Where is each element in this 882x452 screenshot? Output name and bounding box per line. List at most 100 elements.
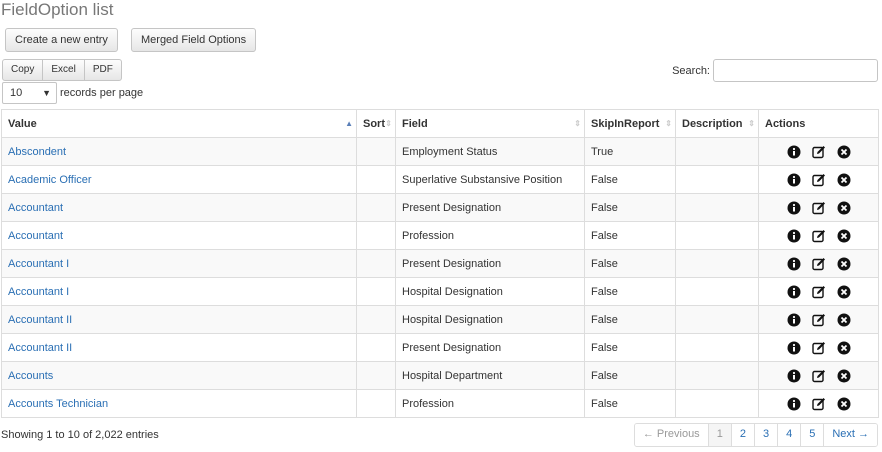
delete-icon[interactable] [837, 397, 851, 411]
delete-icon[interactable] [837, 369, 851, 383]
page-button-1[interactable]: 1 [707, 424, 731, 446]
value-link[interactable]: Accountant I [8, 286, 69, 298]
field-cell-text: Profession [402, 397, 454, 410]
actions-cell [758, 389, 879, 418]
skip-in-report-cell-text: False [591, 257, 618, 270]
value-link[interactable]: Abscondent [8, 146, 66, 158]
edit-icon[interactable] [811, 285, 826, 299]
skip-in-report-cell: False [584, 333, 676, 362]
table-row: Accounts Technician Profession False [1, 389, 879, 418]
records-per-page-select[interactable]: 10 ▼ [2, 82, 57, 104]
create-entry-button[interactable]: Create a new entry [5, 28, 118, 52]
page-title: FieldOption list [1, 0, 114, 19]
excel-button[interactable]: Excel [42, 59, 85, 81]
value-link[interactable]: Academic Officer [8, 174, 92, 186]
previous-page-button[interactable]: ← Previous [634, 424, 708, 446]
value-link[interactable]: Accountant I [8, 258, 69, 270]
value-link[interactable]: Accounts Technician [8, 398, 108, 410]
column-header-label: Field [402, 117, 428, 130]
info-icon[interactable] [787, 397, 801, 411]
field-cell: Hospital Designation [395, 277, 585, 306]
info-icon[interactable] [787, 145, 801, 159]
value-link[interactable]: Accounts [8, 370, 53, 382]
field-cell-text: Present Designation [402, 257, 502, 270]
delete-icon[interactable] [837, 201, 851, 215]
delete-icon[interactable] [837, 341, 851, 355]
value-link[interactable]: Accountant [8, 230, 63, 242]
edit-icon[interactable] [811, 201, 826, 215]
column-header-skipinreport[interactable]: SkipInReport ⇕ [584, 109, 676, 138]
skip-in-report-cell: False [584, 389, 676, 418]
field-option-table: Value ▲ Sort ⇕ Field ⇕ SkipInReport ⇕ Descriptio… [1, 109, 879, 418]
table-row: Accountant I Hospital Designation False [1, 277, 879, 306]
field-cell-text: Present Designation [402, 341, 502, 354]
info-icon[interactable] [787, 313, 801, 327]
value-link[interactable]: Accountant [8, 202, 63, 214]
column-header-sort[interactable]: Sort ⇕ [356, 109, 396, 138]
info-icon[interactable] [787, 341, 801, 355]
table-row: Accountant II Present Designation False [1, 333, 879, 362]
delete-icon[interactable] [837, 145, 851, 159]
info-icon[interactable] [787, 285, 801, 299]
edit-icon[interactable] [811, 229, 826, 243]
page-button-4[interactable]: 4 [777, 424, 801, 446]
info-icon[interactable] [787, 257, 801, 271]
pdf-button[interactable]: PDF [83, 59, 122, 81]
column-header-label: Value [8, 117, 37, 130]
sort-cell [356, 193, 396, 222]
description-cell [675, 165, 759, 194]
value-cell: Accounts Technician [1, 389, 357, 418]
description-cell [675, 305, 759, 334]
edit-icon[interactable] [811, 369, 826, 383]
sort-both-icon: ⇕ [574, 119, 581, 128]
page-button-2[interactable]: 2 [730, 424, 754, 446]
edit-icon[interactable] [811, 173, 826, 187]
description-cell [675, 193, 759, 222]
page-button-5[interactable]: 5 [800, 424, 824, 446]
sort-cell [356, 137, 396, 166]
value-cell: Accountant [1, 221, 357, 250]
actions-cell [758, 361, 879, 390]
table-row: Accounts Hospital Department False [1, 361, 879, 390]
description-cell [675, 389, 759, 418]
value-link[interactable]: Accountant II [8, 342, 72, 354]
column-header-label: SkipInReport [591, 117, 660, 130]
info-icon[interactable] [787, 173, 801, 187]
delete-icon[interactable] [837, 313, 851, 327]
skip-in-report-cell-text: False [591, 397, 618, 410]
search-input[interactable] [713, 59, 878, 82]
copy-button[interactable]: Copy [2, 59, 44, 81]
edit-icon[interactable] [811, 397, 826, 411]
next-page-button[interactable]: Next → [823, 424, 877, 446]
edit-icon[interactable] [811, 313, 826, 327]
delete-icon[interactable] [837, 285, 851, 299]
value-link[interactable]: Accountant II [8, 314, 72, 326]
info-icon[interactable] [787, 369, 801, 383]
table-row: Abscondent Employment Status True [1, 137, 879, 166]
pagination: ← Previous 1 2 3 4 5 Next → [633, 423, 878, 447]
edit-icon[interactable] [811, 257, 826, 271]
table-row: Accountant I Present Designation False [1, 249, 879, 278]
info-icon[interactable] [787, 201, 801, 215]
column-header-label: Sort [363, 117, 385, 130]
column-header-field[interactable]: Field ⇕ [395, 109, 585, 138]
delete-icon[interactable] [837, 173, 851, 187]
edit-icon[interactable] [811, 145, 826, 159]
delete-icon[interactable] [837, 229, 851, 243]
skip-in-report-cell-text: False [591, 341, 618, 354]
delete-icon[interactable] [837, 257, 851, 271]
info-icon[interactable] [787, 229, 801, 243]
sort-ascending-icon: ▲ [345, 119, 353, 128]
table-info: Showing 1 to 10 of 2,022 entries [1, 429, 159, 441]
column-header-value[interactable]: Value ▲ [1, 109, 357, 138]
column-header-description[interactable]: Description ⇕ [675, 109, 759, 138]
actions-cell [758, 193, 879, 222]
edit-icon[interactable] [811, 341, 826, 355]
field-cell: Present Designation [395, 193, 585, 222]
field-cell-text: Superlative Substansive Position [402, 173, 563, 186]
value-cell: Accountant I [1, 277, 357, 306]
merged-field-options-button[interactable]: Merged Field Options [131, 28, 257, 52]
page-button-3[interactable]: 3 [753, 424, 778, 446]
skip-in-report-cell-text: False [591, 201, 618, 214]
records-per-page-value: 10 [10, 87, 23, 99]
